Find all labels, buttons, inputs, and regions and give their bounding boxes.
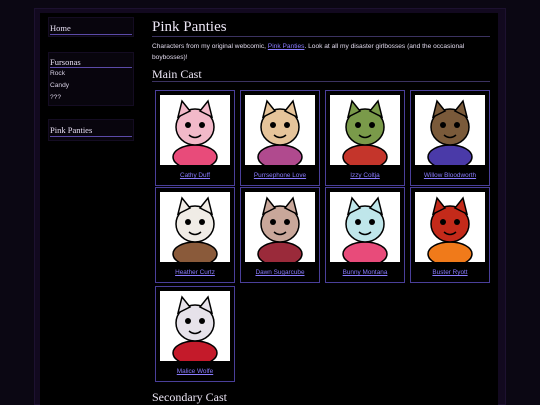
- cat-character-icon: [245, 95, 315, 165]
- character-name-link[interactable]: Cathy Duff: [156, 172, 234, 179]
- intro-prefix: Characters from my original webcomic,: [152, 43, 268, 50]
- character-card[interactable]: Malice Wolfe: [155, 286, 235, 382]
- mouse-character-icon: [160, 192, 230, 262]
- red-hair-character-icon: [330, 95, 400, 165]
- title-rule: [152, 36, 490, 37]
- main-cast-heading: Main Cast: [152, 67, 202, 81]
- sidebar-divider: [50, 67, 132, 68]
- pink-pig-character-icon: [160, 95, 230, 165]
- character-name-link[interactable]: Heather Curtz: [156, 269, 234, 276]
- character-card[interactable]: Willow Bloodworth: [410, 90, 490, 186]
- sidebar-item-rock[interactable]: Rock: [50, 70, 65, 77]
- intro-comic-link[interactable]: Pink Panties: [268, 43, 305, 50]
- sidebar-comic-link[interactable]: Pink Panties: [50, 125, 92, 135]
- sidebar-fursonas-heading: Fursonas: [50, 57, 81, 67]
- page-title: Pink Panties: [152, 19, 227, 35]
- sidebar-item-unknown[interactable]: ???: [50, 94, 61, 101]
- character-card[interactable]: Buster Ryott: [410, 187, 490, 283]
- character-card[interactable]: Cathy Duff: [155, 90, 235, 186]
- character-name-link[interactable]: Willow Bloodworth: [411, 172, 489, 179]
- character-card[interactable]: Bunny Montana: [325, 187, 405, 283]
- character-name-link[interactable]: Malice Wolfe: [156, 368, 234, 375]
- character-card[interactable]: Dawn Sugarcube: [240, 187, 320, 283]
- character-name-link[interactable]: Izzy Coltja: [326, 172, 404, 179]
- sidebar-item-candy[interactable]: Candy: [50, 82, 69, 89]
- intro-text: Characters from my original webcomic, Pi…: [152, 41, 490, 63]
- character-name-link[interactable]: Dawn Sugarcube: [241, 269, 319, 276]
- wolf-character-icon: [160, 291, 230, 361]
- main-cast-rule: [152, 81, 490, 82]
- character-card[interactable]: Purrsephone Love: [240, 90, 320, 186]
- character-name-link[interactable]: Bunny Montana: [326, 269, 404, 276]
- character-name-link[interactable]: Buster Ryott: [411, 269, 489, 276]
- sidebar-divider: [50, 136, 132, 137]
- bunny-character-icon: [245, 192, 315, 262]
- red-flame-character-icon: [415, 192, 485, 262]
- character-card[interactable]: Izzy Coltja: [325, 90, 405, 186]
- sidebar-home-link[interactable]: Home: [50, 23, 71, 33]
- character-card[interactable]: Heather Curtz: [155, 187, 235, 283]
- secondary-cast-heading: Secondary Cast: [152, 390, 227, 404]
- cyan-bunny-character-icon: [330, 192, 400, 262]
- sidebar-divider: [50, 34, 132, 35]
- purple-hair-character-icon: [415, 95, 485, 165]
- character-name-link[interactable]: Purrsephone Love: [241, 172, 319, 179]
